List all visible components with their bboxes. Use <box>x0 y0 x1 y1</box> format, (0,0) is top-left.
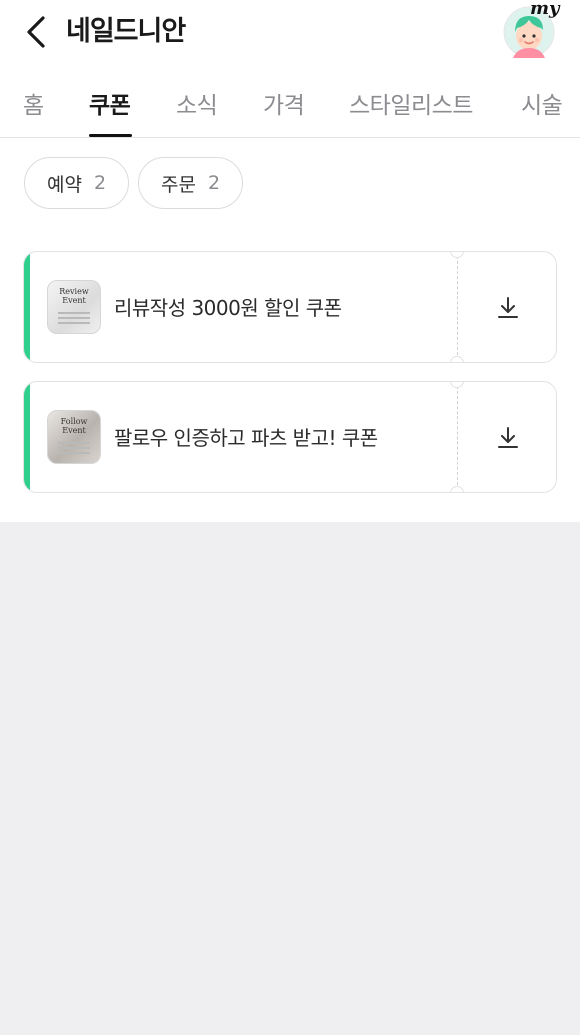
tab-home[interactable]: 홈 <box>23 86 44 120</box>
filter-chip-count: 2 <box>93 172 107 194</box>
tab-treatment[interactable]: 시술 <box>521 86 563 120</box>
coupon-accent-bar <box>24 382 30 492</box>
filter-chip-label: 예약 <box>46 173 82 196</box>
app-header: 네일드니안 my <box>0 0 580 66</box>
filter-chip-label: 주문 <box>160 173 196 196</box>
coupon-accent-bar <box>24 252 30 362</box>
active-tab-indicator <box>89 134 132 137</box>
coupon-title: 팔로우 인증하고 파츠 받고! 쿠폰 <box>114 426 378 450</box>
coupon-thumbnail-lines <box>58 439 90 457</box>
content-panel: 네일드니안 my 홈 쿠폰 소식 가격 스타일리스트 시술 예약 2 주문 2 … <box>0 0 580 522</box>
tab-stylist[interactable]: 스타일리스트 <box>349 86 473 120</box>
coupon-thumbnail-text: Review Event <box>59 287 89 305</box>
filter-chip-reservation[interactable]: 예약 2 <box>24 157 129 209</box>
coupon-title: 리뷰작성 3000원 할인 쿠폰 <box>114 296 342 320</box>
tab-price[interactable]: 가격 <box>263 86 305 120</box>
my-badge: my <box>530 0 560 19</box>
tab-bar: 홈 쿠폰 소식 가격 스타일리스트 시술 <box>0 76 580 138</box>
coupon-thumbnail-lines <box>58 309 90 327</box>
coupon-thumbnail: Review Event <box>47 280 101 334</box>
coupon-download-button[interactable] <box>458 252 556 362</box>
coupon-card: Review Event 리뷰작성 3000원 할인 쿠폰 <box>23 251 557 363</box>
filter-chip-order[interactable]: 주문 2 <box>138 157 243 209</box>
coupon-thumbnail: Follow Event <box>47 410 101 464</box>
back-button[interactable] <box>18 12 54 52</box>
chevron-left-icon <box>27 16 45 48</box>
tab-coupon[interactable]: 쿠폰 <box>89 86 131 120</box>
download-icon <box>498 297 518 318</box>
coupon-thumbnail-text: Follow Event <box>60 417 88 435</box>
coupon-download-button[interactable] <box>458 382 556 492</box>
tab-news[interactable]: 소식 <box>176 86 218 120</box>
filter-chip-count: 2 <box>207 172 221 194</box>
coupon-card: Follow Event 팔로우 인증하고 파츠 받고! 쿠폰 <box>23 381 557 493</box>
download-icon <box>498 427 518 448</box>
page-title: 네일드니안 <box>66 16 186 47</box>
